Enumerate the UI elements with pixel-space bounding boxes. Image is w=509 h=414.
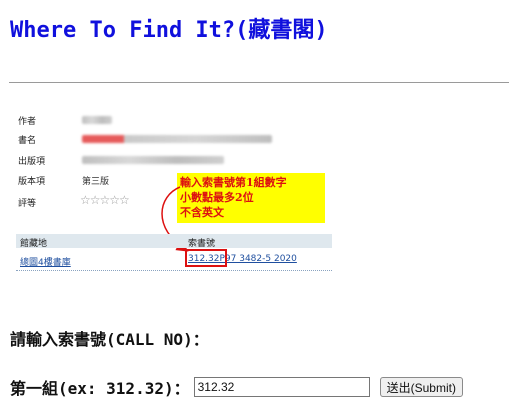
label-edition: 版本項 (18, 177, 46, 187)
location-link: 總圖4樓書庫 (20, 258, 71, 268)
note-line-2: 小數點最多2位 (180, 191, 254, 204)
label-book-title: 書名 (18, 136, 37, 146)
label-publisher: 出版項 (18, 157, 46, 167)
label-author: 作者 (18, 117, 37, 127)
edition-value: 第三版 (82, 177, 110, 187)
call-number-highlight-box (185, 249, 227, 267)
rating-stars-icon: ☆☆☆☆☆ (80, 193, 130, 207)
call-number-input[interactable] (193, 377, 370, 397)
header-call-number: 索書號 (188, 239, 216, 249)
blurred-publisher (82, 156, 224, 164)
first-group-label: 第一組(ex: 312.32)： (10, 379, 190, 398)
page-title: Where To Find It?(藏書閣) (10, 18, 328, 43)
holdings-table-header: 館藏地 索書號 (16, 234, 332, 249)
note-line-1: 輸入索書號第1組數字 (180, 176, 287, 189)
table-dotted-divider (16, 270, 332, 271)
header-location: 館藏地 (20, 239, 48, 249)
label-rating: 評等 (18, 199, 37, 209)
call-number-form: 第一組(ex: 312.32)： 送出(Submit) (10, 376, 463, 398)
blurred-book-title (82, 135, 272, 143)
catalog-example-image: 作者 書名 出版項 版本項 評等 第三版 ☆☆☆☆☆ 輸入索書號第1組數字 小數… (10, 104, 338, 282)
submit-button[interactable]: 送出(Submit) (379, 377, 463, 397)
note-line-3: 不含英文 (180, 206, 224, 219)
horizontal-divider (9, 82, 509, 83)
blurred-author (82, 116, 112, 124)
call-number-prompt: 請輸入索書號(CALL NO)： (10, 330, 209, 349)
